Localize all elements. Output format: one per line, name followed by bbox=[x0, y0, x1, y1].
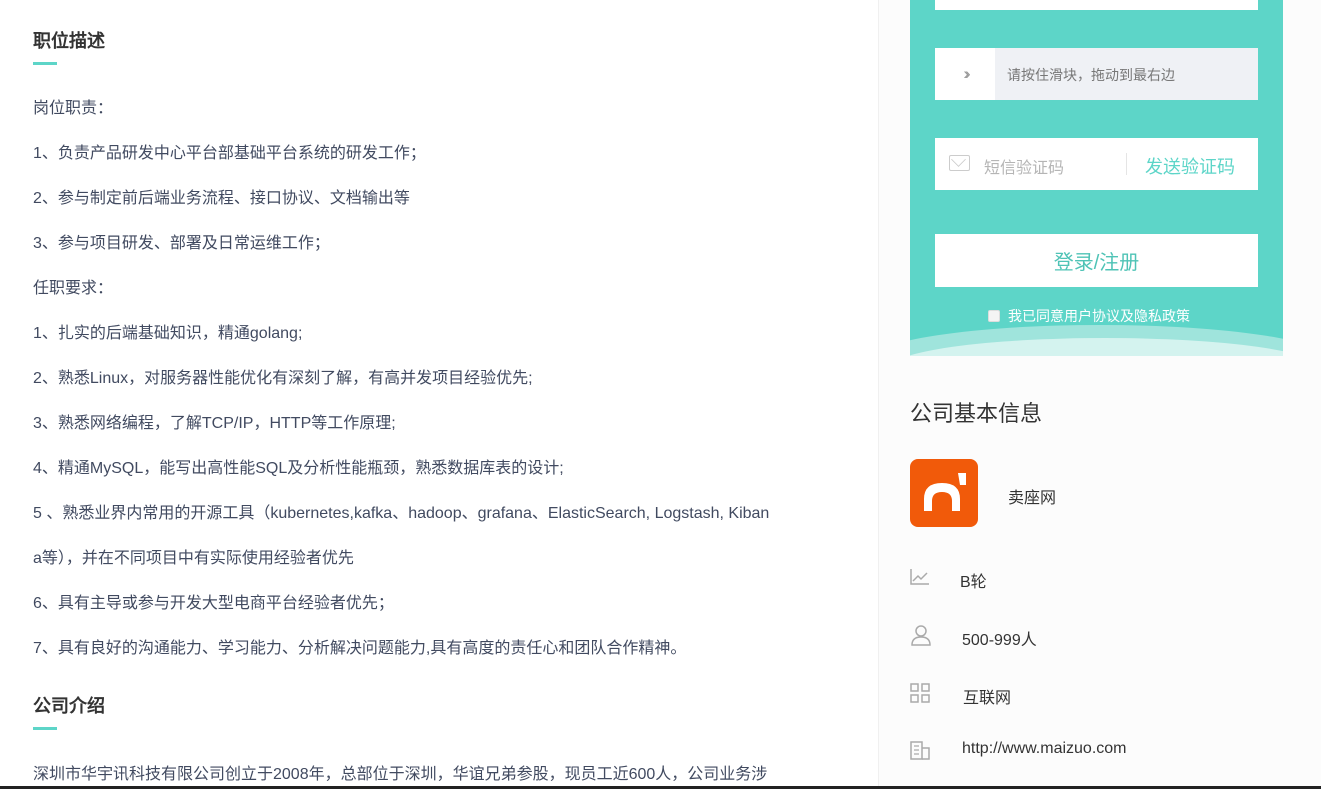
login-register-button[interactable]: 登录/注册 bbox=[935, 234, 1258, 287]
company-intro-text: 深圳市华宇讯科技有限公司创立于2008年，总部位于深圳，华谊兄弟参股，现员工近6… bbox=[33, 766, 768, 783]
grid-icon bbox=[910, 683, 930, 708]
job-description-line: a等），并在不同项目中有实际使用经验者优先 bbox=[33, 550, 354, 567]
agreement[interactable]: 我已同意用户协议及隐私政策 bbox=[988, 306, 1190, 326]
maizuo-logo-icon bbox=[924, 473, 966, 511]
job-description-line: 3、熟悉网络编程，了解TCP/IP，HTTP等工作原理; bbox=[33, 415, 396, 432]
job-detail-main: 职位描述 岗位职责： 1、负责产品研发中心平台部基础平台系统的研发工作； 2、参… bbox=[0, 0, 878, 789]
industry: 互联网 bbox=[963, 690, 1012, 707]
slider-handle[interactable]: ›› bbox=[935, 48, 995, 100]
title-underline bbox=[33, 727, 57, 730]
job-description-line: 5 、熟悉业界内常用的开源工具（kubernetes,kafka、hadoop、… bbox=[33, 505, 770, 522]
job-description-line: 4、精通MySQL，能写出高性能SQL及分析性能瓶颈，熟悉数据库表的设计; bbox=[33, 460, 564, 477]
job-description-line: 6、具有主导或参与开发大型电商平台经验者优先； bbox=[33, 595, 394, 612]
company-name[interactable]: 卖座网 bbox=[1008, 484, 1056, 508]
job-description-line: 2、熟悉Linux，对服务器性能优化有深刻了解，有高并发项目经验优先; bbox=[33, 370, 533, 387]
slider-captcha[interactable]: ›› 请按住滑块，拖动到最右边 bbox=[935, 48, 1258, 100]
company-intro-title: 公司介绍 bbox=[33, 696, 105, 716]
job-description-line: 1、扎实的后端基础知识，精通golang; bbox=[33, 325, 303, 342]
company-logo[interactable] bbox=[910, 459, 978, 527]
job-description-title: 职位描述 bbox=[33, 31, 105, 51]
job-description-line: 2、参与制定前后端业务流程、接口协议、文档输出等 bbox=[33, 190, 410, 207]
send-code-button[interactable]: 发送验证码 bbox=[1145, 153, 1235, 179]
sms-code-field[interactable]: 短信验证码 发送验证码 bbox=[935, 138, 1258, 190]
mail-icon bbox=[949, 155, 970, 171]
company-website[interactable]: http://www.maizuo.com bbox=[962, 740, 1127, 758]
funding-stage: B轮 bbox=[960, 574, 987, 591]
separator bbox=[1126, 153, 1127, 175]
chart-line-icon bbox=[910, 568, 930, 591]
title-underline bbox=[33, 62, 57, 65]
job-description-line: 任职要求： bbox=[33, 280, 114, 297]
building-icon bbox=[910, 740, 930, 765]
job-description-line: 岗位职责： bbox=[33, 100, 114, 117]
slider-hint: 请按住滑块，拖动到最右边 bbox=[1007, 67, 1175, 83]
user-icon bbox=[910, 624, 932, 651]
agree-label[interactable]: 我已同意用户协议及隐私政策 bbox=[1008, 306, 1190, 326]
job-description-line: 1、负责产品研发中心平台部基础平台系统的研发工作； bbox=[33, 145, 426, 162]
agree-checkbox[interactable] bbox=[988, 310, 1000, 322]
phone-input[interactable] bbox=[935, 0, 1258, 10]
double-chevron-right-icon: ›› bbox=[963, 64, 971, 83]
job-description-line: 3、参与项目研发、部署及日常运维工作； bbox=[33, 235, 330, 252]
company-size: 500-999人 bbox=[962, 632, 1037, 649]
company-info-title: 公司基本信息 bbox=[910, 401, 1043, 426]
sms-code-placeholder[interactable]: 短信验证码 bbox=[984, 154, 1064, 178]
job-description-line: 7、具有良好的沟通能力、学习能力、分析解决问题能力,具有高度的责任心和团队合作精… bbox=[33, 640, 687, 657]
